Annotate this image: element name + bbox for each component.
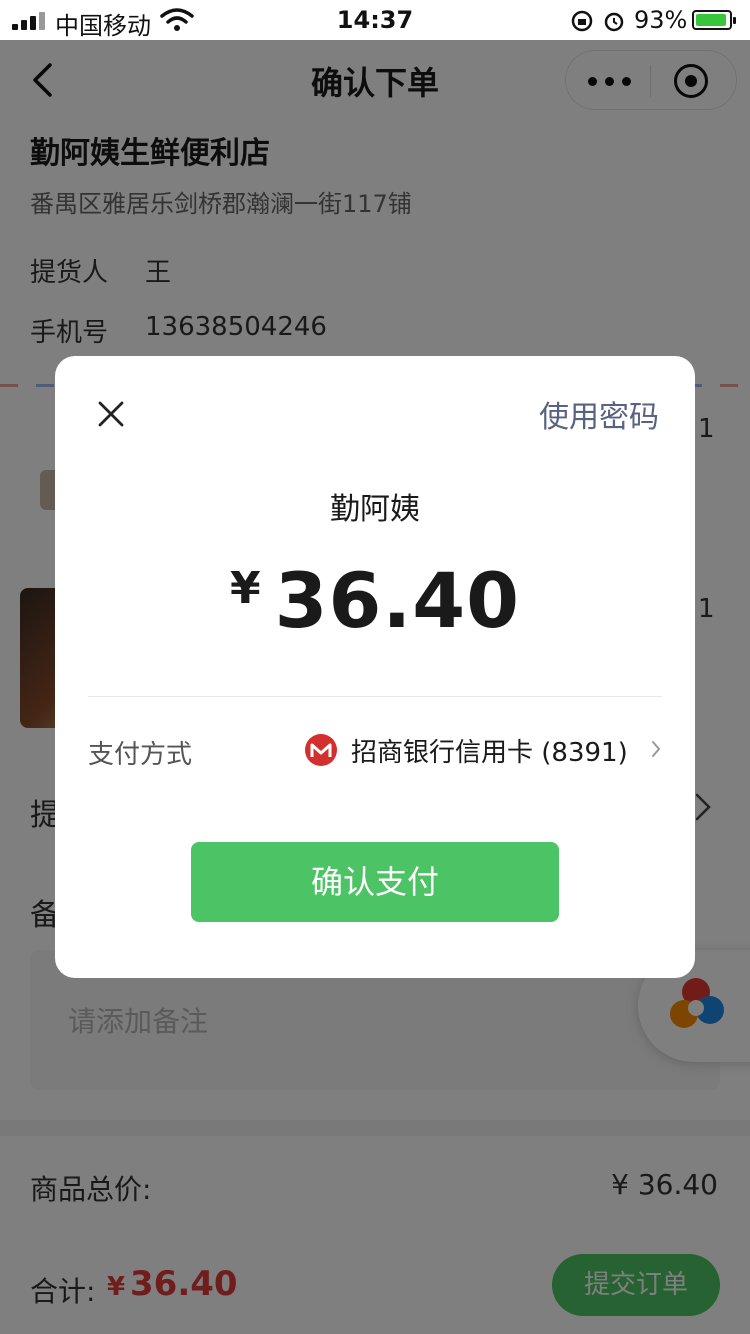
status-bar: 中国移动 14:37 93% xyxy=(0,0,750,40)
payee-name: 勤阿姨 xyxy=(330,492,420,527)
currency-symbol: ¥ xyxy=(229,563,261,614)
status-right-group: 93% xyxy=(570,6,740,36)
payment-method-selector[interactable]: 招商银行信用卡 (8391) xyxy=(351,732,628,769)
amount-value: 36.40 xyxy=(274,556,521,645)
use-password-link[interactable]: 使用密码 xyxy=(539,392,659,436)
close-icon[interactable] xyxy=(97,400,125,428)
confirm-payment-button[interactable]: 确认支付 xyxy=(191,842,559,922)
battery-icon xyxy=(692,10,736,30)
payment-method-label: 支付方式 xyxy=(88,740,193,770)
alarm-icon xyxy=(604,12,624,32)
modal-divider xyxy=(88,696,662,697)
payment-amount: ¥36.40 xyxy=(55,556,695,645)
cmb-bank-icon xyxy=(305,734,337,766)
payment-dialog: 使用密码 勤阿姨 ¥36.40 支付方式 招商银行信用卡 (8391) 确认支付 xyxy=(55,356,695,978)
rotation-lock-icon xyxy=(571,10,593,32)
chevron-right-icon[interactable] xyxy=(651,740,661,758)
battery-percent: 93% xyxy=(634,6,688,34)
